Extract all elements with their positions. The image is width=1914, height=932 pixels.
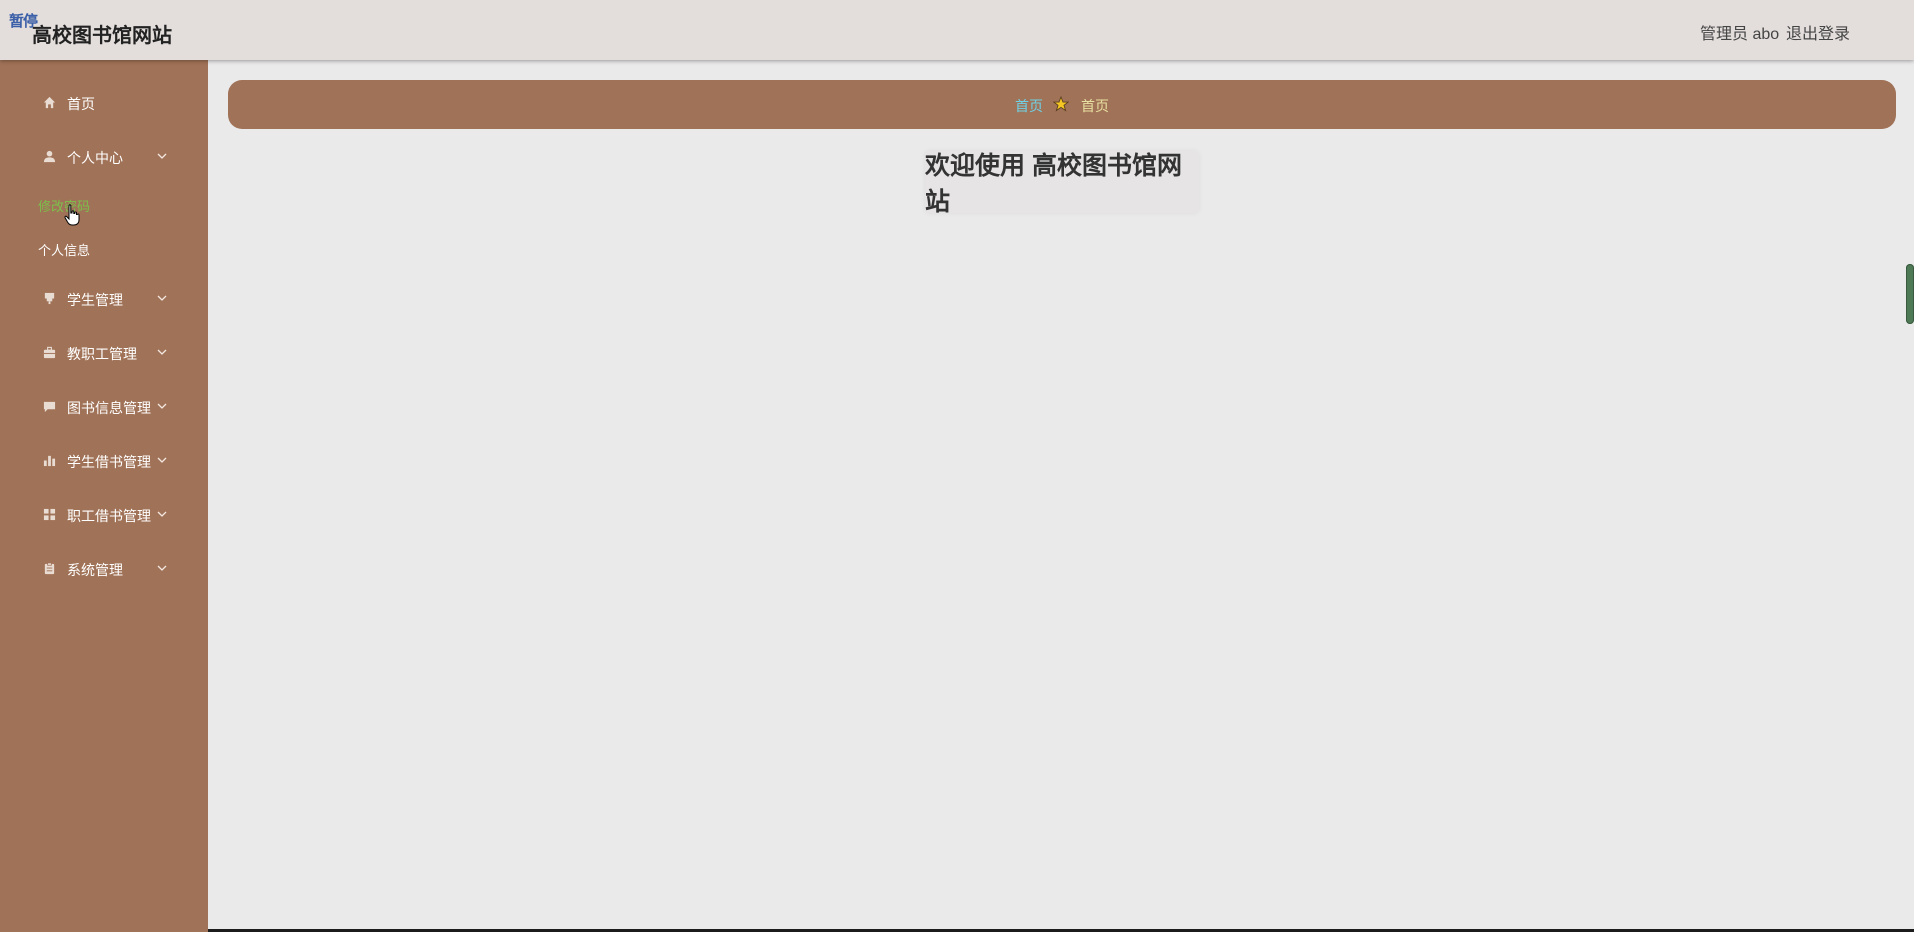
sidebar-item-system-management[interactable]: 系统管理 bbox=[0, 548, 208, 588]
breadcrumb: 首页 首页 bbox=[228, 80, 1896, 129]
breadcrumb-current: 首页 bbox=[1081, 98, 1109, 114]
sidebar-item-label: 学生借书管理 bbox=[67, 454, 151, 470]
sidebar-item-staff-borrow-management[interactable]: 职工借书管理 bbox=[0, 494, 208, 534]
chevron-down-icon bbox=[156, 561, 168, 573]
sidebar-item-home[interactable]: 首页 bbox=[0, 82, 208, 122]
scrollbar-thumb[interactable] bbox=[1906, 264, 1914, 324]
sidebar-item-label: 图书信息管理 bbox=[67, 400, 151, 416]
chevron-down-icon bbox=[156, 149, 168, 161]
top-navbar: 暂停 高校图书馆网站 管理员 abo 退出登录 bbox=[0, 0, 1914, 60]
sidebar-subitem-personal-info[interactable]: 个人信息 bbox=[38, 240, 90, 259]
sidebar-item-book-info-management[interactable]: 图书信息管理 bbox=[0, 386, 208, 426]
chevron-down-icon bbox=[156, 345, 168, 357]
sidebar-item-student-borrow-management[interactable]: 学生借书管理 bbox=[0, 440, 208, 480]
star-icon bbox=[1052, 95, 1070, 117]
student-icon bbox=[42, 291, 56, 305]
user-icon bbox=[42, 149, 56, 163]
sidebar-item-personal-center[interactable]: 个人中心 bbox=[0, 136, 208, 176]
sidebar-item-student-management[interactable]: 学生管理 bbox=[0, 278, 208, 318]
breadcrumb-home-link[interactable]: 首页 bbox=[1015, 96, 1043, 116]
sidebar-item-label: 教职工管理 bbox=[67, 346, 137, 362]
sidebar-item-staff-management[interactable]: 教职工管理 bbox=[0, 332, 208, 372]
bar-chart-icon bbox=[42, 453, 56, 467]
briefcase-icon bbox=[42, 345, 56, 359]
sidebar-item-label: 职工借书管理 bbox=[67, 508, 151, 524]
chevron-down-icon bbox=[156, 291, 168, 303]
site-title: 高校图书馆网站 bbox=[32, 25, 172, 47]
chevron-down-icon bbox=[156, 507, 168, 519]
clipboard-icon bbox=[42, 561, 56, 575]
logout-button[interactable]: 退出登录 bbox=[1786, 20, 1850, 44]
welcome-title: 欢迎使用 高校图书馆网站 bbox=[925, 151, 1199, 216]
chat-icon bbox=[42, 399, 56, 413]
hand-cursor-icon bbox=[64, 204, 80, 231]
grid-icon bbox=[42, 507, 56, 521]
chevron-down-icon bbox=[156, 453, 168, 465]
chevron-down-icon bbox=[156, 399, 168, 411]
sidebar-item-label: 系统管理 bbox=[67, 562, 123, 578]
sidebar-item-label: 学生管理 bbox=[67, 292, 123, 308]
sidebar-item-label: 个人中心 bbox=[67, 150, 123, 166]
admin-user-label: 管理员 abo bbox=[1700, 26, 1780, 43]
home-icon bbox=[42, 95, 56, 109]
sidebar-item-label: 首页 bbox=[67, 96, 95, 112]
sidebar: 首页 个人中心 修改密码 个人信息 学生管理 教职工管理 图书信息管理 学生借书… bbox=[0, 60, 208, 932]
